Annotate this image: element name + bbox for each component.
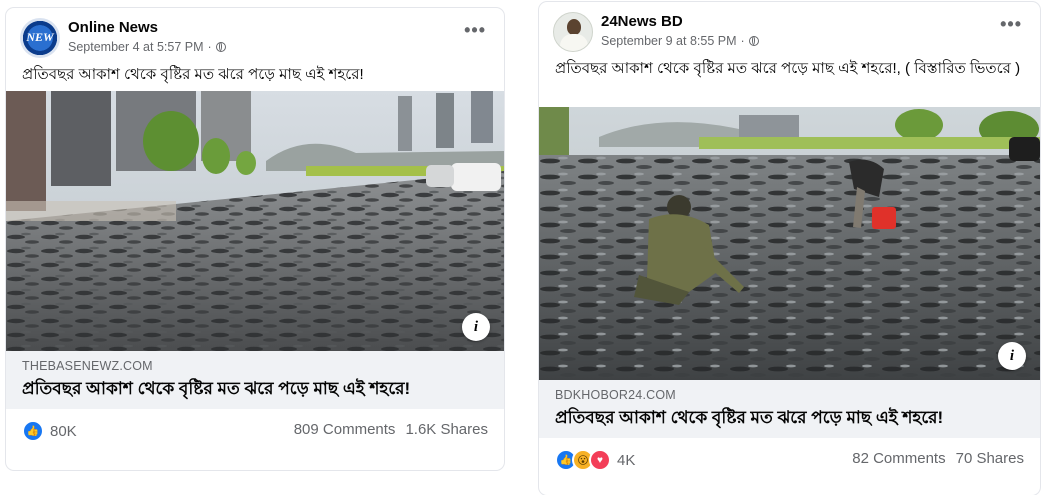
post-caption: প্রতিবছর আকাশ থেকে বৃষ্টির মত ঝরে পড়ে ম… (22, 66, 364, 83)
post-header: NEW Online News September 4 at 5:57 PM ·… (6, 8, 504, 58)
post-footer: 👍 80K 809 Comments 1.6K Shares (6, 409, 504, 449)
comments-count[interactable]: 82 Comments (852, 450, 945, 467)
link-preview[interactable]: BDKHOBOR24.COM প্রতিবছর আকাশ থেকে বৃষ্টি… (539, 380, 1040, 438)
info-icon[interactable]: i (998, 342, 1026, 370)
facebook-post-24news-bd: 24News BD September 9 at 8:55 PM · ••• প… (539, 2, 1040, 495)
avatar-head-shape (567, 19, 581, 35)
info-icon[interactable]: i (462, 313, 490, 341)
post-meta: September 9 at 8:55 PM · (601, 34, 759, 48)
engagement-stats: 82 Comments 70 Shares (852, 450, 1024, 467)
facebook-post-online-news: NEW Online News September 4 at 5:57 PM ·… (6, 8, 504, 470)
post-meta: September 4 at 5:57 PM · (68, 40, 226, 54)
more-options-icon[interactable]: ••• (1000, 14, 1022, 35)
reaction-count: 80K (50, 422, 77, 440)
link-domain: THEBASENEWZ.COM (22, 359, 153, 373)
page-avatar[interactable] (553, 12, 593, 52)
page-name[interactable]: Online News (68, 19, 158, 36)
page-avatar[interactable]: NEW (20, 18, 60, 58)
meta-separator: · (740, 34, 745, 48)
link-title[interactable]: প্রতিবছর আকাশ থেকে বৃষ্টির মত ঝরে পড়ে ম… (555, 407, 1024, 428)
love-icon: ♥ (589, 449, 611, 471)
link-domain: BDKHOBOR24.COM (555, 388, 676, 402)
more-options-icon[interactable]: ••• (464, 20, 486, 41)
globe-icon (215, 42, 226, 52)
shares-count[interactable]: 70 Shares (956, 450, 1024, 467)
reactions-summary[interactable]: 👍 80K (22, 420, 77, 442)
fish-collectors-photo (539, 107, 1040, 380)
post-caption: প্রতিবছর আকাশ থেকে বৃষ্টির মত ঝরে পড়ে ম… (555, 60, 1021, 77)
engagement-stats: 809 Comments 1.6K Shares (294, 421, 488, 438)
avatar-logo-text: NEW (26, 30, 54, 44)
globe-icon (748, 36, 759, 46)
page-name[interactable]: 24News BD (601, 13, 683, 30)
post-timestamp[interactable]: September 9 at 8:55 PM (601, 34, 737, 48)
link-preview[interactable]: THEBASENEWZ.COM প্রতিবছর আকাশ থেকে বৃষ্ট… (6, 351, 504, 409)
shares-count[interactable]: 1.6K Shares (405, 421, 488, 438)
comments-count[interactable]: 809 Comments (294, 421, 396, 438)
avatar-body-shape (560, 34, 588, 51)
link-image[interactable]: i (6, 91, 504, 351)
reaction-count: 4K (617, 451, 636, 469)
link-image[interactable]: i (539, 107, 1040, 380)
reaction-icons: 👍 😮 ♥ (555, 449, 611, 471)
fish-street-photo (6, 91, 504, 351)
reaction-icons: 👍 (22, 420, 44, 442)
like-icon: 👍 (22, 420, 44, 442)
link-title[interactable]: প্রতিবছর আকাশ থেকে বৃষ্টির মত ঝরে পড়ে ম… (22, 378, 488, 399)
post-footer: 👍 😮 ♥ 4K 82 Comments 70 Shares (539, 438, 1040, 478)
reactions-summary[interactable]: 👍 😮 ♥ 4K (555, 449, 635, 471)
post-timestamp[interactable]: September 4 at 5:57 PM (68, 40, 204, 54)
post-header: 24News BD September 9 at 8:55 PM · ••• (539, 2, 1040, 52)
meta-separator: · (207, 40, 212, 54)
